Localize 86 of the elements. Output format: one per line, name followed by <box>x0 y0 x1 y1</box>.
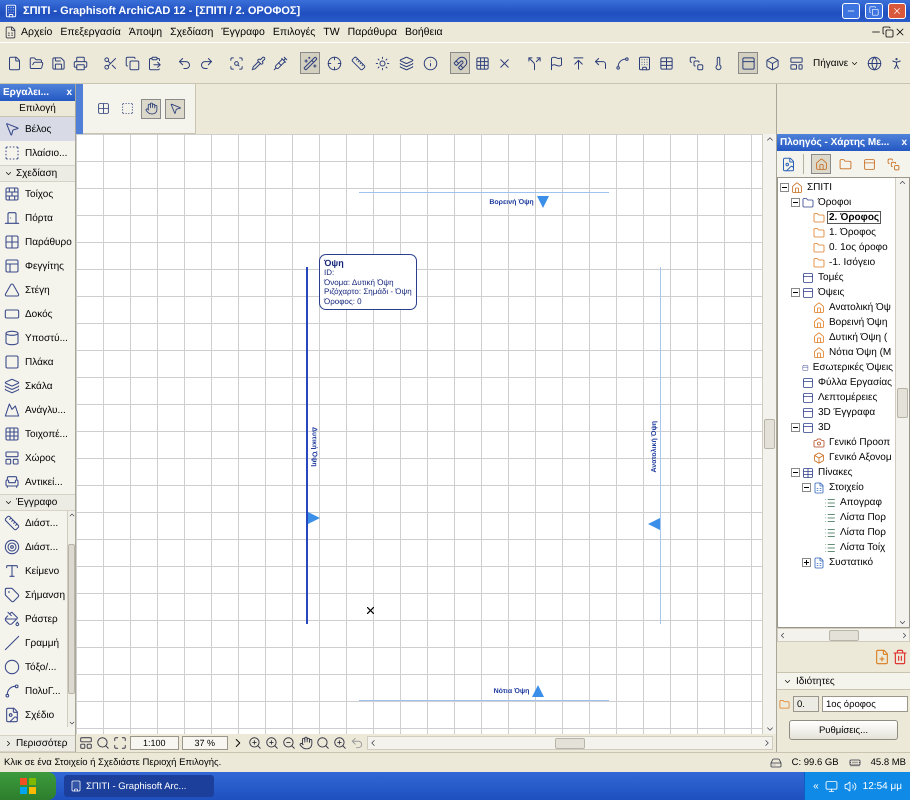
tree-item[interactable]: Τομές <box>816 271 846 284</box>
tree-item[interactable]: Λίστα Πορ <box>838 511 888 524</box>
tool-item[interactable]: Κείμενο <box>0 559 67 583</box>
tool-item[interactable]: Σχέδιο <box>0 703 67 727</box>
tree-item[interactable]: 3D Έγγραφα <box>816 406 878 419</box>
menu-item[interactable]: Επιλογές <box>268 25 320 39</box>
menu-item[interactable]: Έγγραφο <box>217 25 269 39</box>
tree-item[interactable]: -1. Ισόγειο <box>827 256 878 269</box>
more-toggle[interactable]: Περισσότερ <box>0 735 75 752</box>
number-field[interactable]: 0. <box>793 696 819 712</box>
tree-item[interactable]: Ανατολική Όψ <box>827 301 893 314</box>
tree-item[interactable]: 0. 1ος όροφο <box>827 241 890 254</box>
tool-item[interactable]: Ράστερ <box>0 607 67 631</box>
tooltip-line: ID: <box>324 268 336 278</box>
disk-space: C: 99.6 GB <box>792 757 839 768</box>
tool-item[interactable]: Τοιχοπέ... <box>0 422 75 446</box>
status-message: Κλικ σε ένα Στοιχείο ή Σχεδιάστε Περιοχή Επιλογής. <box>4 757 222 768</box>
tool-item[interactable]: Παράθυρο <box>0 230 75 254</box>
tree-item[interactable]: Φύλλα Εργασίας <box>816 376 894 389</box>
tree-item[interactable]: Βορεινή Όψη <box>827 316 890 329</box>
clock: 12:54 μμ <box>862 780 902 792</box>
tree-item[interactable]: Γενικό Προοπ <box>827 436 892 449</box>
section-header[interactable]: Σχεδίαση <box>0 165 75 182</box>
section-header[interactable]: Ιδιότητες <box>777 672 910 690</box>
tree-item[interactable]: Όροφοι <box>816 196 854 209</box>
goto-dropdown[interactable]: Πήγαινε <box>810 53 862 73</box>
tool-item[interactable]: Σήμανση <box>0 583 67 607</box>
zoom-field[interactable]: 37 % <box>182 736 228 750</box>
tool-item[interactable]: Πλαίσιο... <box>0 141 75 165</box>
tool-item[interactable]: Δοκός <box>0 302 75 326</box>
tree-item[interactable]: Όψεις <box>816 286 846 299</box>
memory-usage: 45.8 MB <box>870 757 906 768</box>
close-button[interactable]: x <box>66 87 72 98</box>
menu-item[interactable]: Παράθυρα <box>344 25 401 39</box>
tree-item[interactable]: Συστατικό <box>827 556 876 569</box>
settings-button[interactable]: Ρυθμίσεις... <box>789 720 898 740</box>
tool-item[interactable]: Αντικεί... <box>0 470 75 494</box>
tree-item[interactable]: Εσωτερικές Όψεις <box>810 361 895 374</box>
name-field[interactable]: 1ος όροφος <box>822 696 908 712</box>
panel-title: Εργαλει... <box>3 87 49 98</box>
menu-item[interactable]: Άποψη <box>124 25 166 39</box>
taskbar-item[interactable]: ΣΠΙΤΙ - Graphisoft Arc... <box>64 775 214 797</box>
tool-item[interactable]: Γραμμή <box>0 631 67 655</box>
tree-item[interactable]: 3D <box>816 421 833 434</box>
close-button[interactable]: x <box>901 137 907 148</box>
tool-item[interactable]: Στέγη <box>0 278 75 302</box>
tree-item[interactable]: ΣΠΙΤΙ <box>805 181 834 194</box>
tool-item[interactable]: Διάστ... <box>0 511 67 535</box>
menu-item[interactable]: TW <box>319 25 344 39</box>
toolbox-tab[interactable]: Επιλογή <box>0 101 75 117</box>
tool-item[interactable]: Τοίχος <box>0 182 75 206</box>
menu-item[interactable]: Επεξεργασία <box>56 25 125 39</box>
menu-item[interactable]: Αρχείο <box>17 25 56 39</box>
tooltip-line: Όροφος: 0 <box>324 296 363 306</box>
tool-item[interactable]: Διάστ... <box>0 535 67 559</box>
panel-title: Πλοηγός - Χάρτης Με... <box>780 137 890 148</box>
tooltip-line: Ριζόχαρτο: Σημάδι - Όψη <box>324 287 412 297</box>
tool-item[interactable]: Σκάλα <box>0 374 75 398</box>
tool-item[interactable]: Τόξο/... <box>0 655 67 679</box>
tree-item[interactable]: Λεπτομέρειες <box>816 391 880 404</box>
tree-item[interactable]: Δυτική Όψη ( <box>827 331 890 344</box>
tree-item[interactable]: Λίστα Πορ <box>838 526 888 539</box>
tooltip-title: Όψη <box>324 258 345 268</box>
tree-item[interactable]: Νότια Όψη (Μ <box>827 346 894 359</box>
tree-item[interactable]: Γενικό Αξονομ <box>827 451 894 464</box>
tool-item[interactable]: Υποστύ... <box>0 326 75 350</box>
tool-item[interactable]: Βέλος <box>0 117 75 141</box>
tool-item[interactable]: ΠολυΓ... <box>0 679 67 703</box>
section-header[interactable]: Έγγραφο <box>0 494 75 511</box>
tree-item[interactable]: Απογραφ <box>838 496 884 509</box>
scale-field[interactable]: 1:100 <box>130 736 179 750</box>
tree-item[interactable]: Στοιχείο <box>827 481 866 494</box>
tree-item[interactable]: Πίνακες <box>816 466 855 479</box>
menu-item[interactable]: Σχεδίαση <box>166 25 218 39</box>
tree-item[interactable]: 2. Όροφος <box>827 211 882 224</box>
menu-item[interactable]: Βοήθεια <box>401 25 447 39</box>
tool-item[interactable]: Ανάγλυ... <box>0 398 75 422</box>
tool-item[interactable]: Πλάκα <box>0 350 75 374</box>
tool-item[interactable]: Φεγγίτης <box>0 254 75 278</box>
tree-item[interactable]: Λίστα Τοίχ <box>838 541 888 554</box>
tooltip-line: Όνομα: Δυτική Όψη <box>324 278 395 288</box>
tray-expand[interactable]: « <box>813 780 819 792</box>
tool-item[interactable]: Πόρτα <box>0 206 75 230</box>
window-title: ΣΠΙΤΙ - Graphisoft ArchiCAD 12 - [ΣΠΙΤΙ / 2. ΟΡΟΦΟΣ] <box>23 5 302 17</box>
tree-item[interactable]: 1. Όροφος <box>827 226 878 239</box>
tool-item[interactable]: Χώρος <box>0 446 75 470</box>
